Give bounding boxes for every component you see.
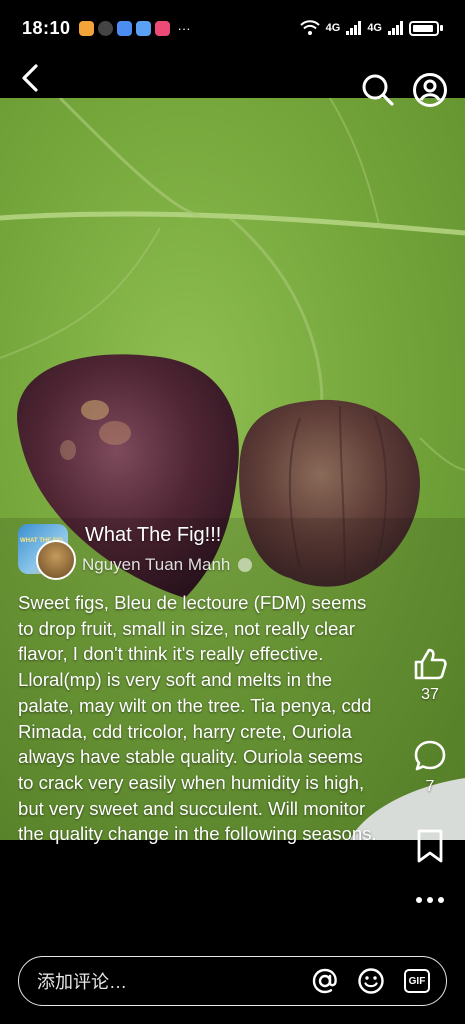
video-notification-icon [154, 20, 170, 36]
emoji-button[interactable] [356, 966, 386, 996]
signal-strength-icon [388, 21, 403, 35]
signal-strength-icon [346, 21, 362, 35]
app-notification-icon [135, 20, 151, 36]
at-sign-icon [312, 968, 337, 994]
author-badge-icon [238, 558, 253, 572]
smiley-icon [358, 968, 384, 994]
threads-notification-icon [97, 20, 113, 36]
battery-tip [440, 25, 443, 31]
author-name[interactable]: Nguyen Tuan Manh [82, 555, 230, 575]
chevron-left-icon [22, 64, 38, 92]
more-dots-icon [416, 897, 444, 903]
profile-button[interactable] [412, 72, 448, 108]
search-icon [362, 74, 394, 106]
thumbs-up-icon [414, 648, 447, 680]
back-button[interactable] [14, 60, 46, 96]
comment-bar[interactable]: 添加评论… GIF [18, 956, 447, 1006]
like-count: 37 [421, 686, 439, 703]
app-notification-icon [116, 20, 132, 36]
like-button[interactable]: 37 [405, 646, 455, 704]
system-indicators: 4G 4G [299, 20, 443, 36]
wifi-icon [299, 20, 320, 35]
post-text[interactable]: Sweet figs, Bleu de lectoure (FDM) seems… [18, 590, 378, 920]
save-button[interactable] [405, 828, 455, 864]
user-circle-icon [413, 73, 447, 107]
bookmark-icon [417, 829, 443, 863]
status-bar: 18:10 ··· 4G 4G [0, 0, 465, 56]
top-navigation [0, 56, 465, 107]
search-button[interactable] [360, 72, 396, 108]
app-notification-icon [78, 20, 94, 36]
more-options-button[interactable] [405, 890, 455, 910]
comment-button[interactable]: 7 [405, 738, 455, 796]
gif-label: GIF [408, 975, 426, 987]
network-type-2: 4G [367, 22, 382, 34]
group-avatar[interactable]: WHAT THE FIG [18, 524, 76, 580]
author-avatar[interactable] [36, 540, 76, 580]
more-notifications-indicator: ··· [177, 20, 191, 36]
comment-input[interactable]: 添加评论… [37, 968, 294, 994]
battery-icon [409, 20, 439, 36]
comment-bubble-icon [414, 740, 446, 771]
status-time: 18:10 [22, 17, 71, 38]
network-type-1: 4G [325, 22, 341, 34]
author-name-row[interactable]: Nguyen Tuan Manh [82, 555, 253, 575]
comment-count: 7 [425, 778, 435, 795]
group-name[interactable]: What The Fig!!! [85, 524, 221, 547]
mention-button[interactable] [310, 966, 340, 996]
gif-button[interactable]: GIF [402, 966, 432, 996]
gif-icon: GIF [404, 969, 430, 993]
notification-icons: ··· [78, 20, 191, 36]
